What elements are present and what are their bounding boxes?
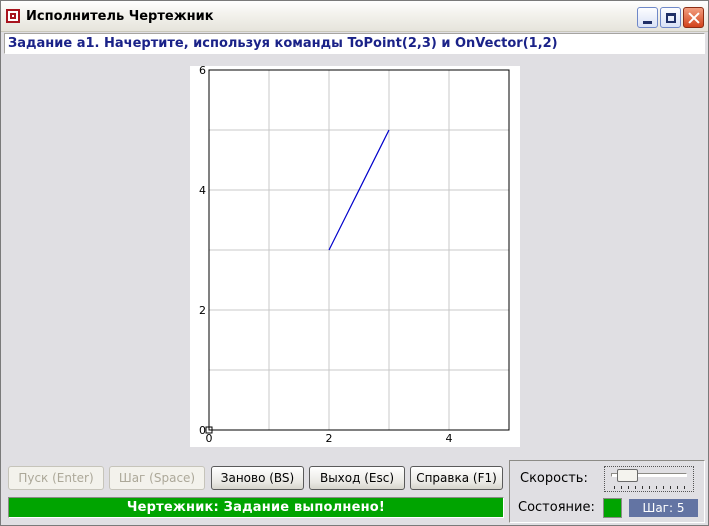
help-button[interactable]: Справка (F1) [410, 466, 503, 490]
slider-tick [656, 486, 657, 489]
speed-slider[interactable] [604, 466, 694, 492]
slider-tick [628, 486, 629, 489]
state-label: Состояние: [518, 500, 595, 515]
drawing-canvas: 0 2 4 0 2 4 6 [190, 66, 520, 447]
x-tick-label: 2 [326, 432, 333, 445]
slider-tick [677, 486, 678, 489]
close-button[interactable] [683, 7, 704, 28]
step-counter: Шаг: 5 [629, 499, 698, 517]
control-panel: Скорость: Состояние: Шаг: 5 [509, 460, 705, 523]
task-panel: Задание а1. Начертите, используя команды… [4, 33, 705, 54]
title-bar[interactable]: Исполнитель Чертежник [1, 1, 708, 32]
speed-label: Скорость: [520, 471, 588, 486]
status-message: Чертежник: Задание выполнено! [126, 500, 386, 515]
status-bar: Чертежник: Задание выполнено! [8, 497, 504, 518]
slider-tick [642, 486, 643, 489]
slider-tick [670, 486, 671, 489]
state-indicator [603, 498, 622, 518]
minimize-icon [643, 20, 652, 24]
task-description: Задание а1. Начертите, используя команды… [8, 36, 558, 51]
maximize-icon [665, 12, 676, 23]
y-tick-label: 6 [199, 66, 206, 77]
restart-button[interactable]: Заново (BS) [211, 466, 304, 490]
concentric-squares-icon[interactable] [6, 9, 20, 23]
step-button[interactable]: Шаг (Space) [109, 466, 205, 490]
slider-tick [684, 486, 685, 489]
window-title: Исполнитель Чертежник [26, 9, 214, 24]
x-tick-label: 4 [446, 432, 453, 445]
slider-tick [621, 486, 622, 489]
x-tick-label: 0 [206, 432, 213, 445]
slider-tick [635, 486, 636, 489]
application-window: Исполнитель Чертежник Задание а1. Начерт… [0, 0, 709, 526]
maximize-button[interactable] [660, 7, 681, 28]
close-icon [688, 12, 700, 24]
y-tick-label: 2 [199, 304, 206, 317]
minimize-button[interactable] [637, 7, 658, 28]
exit-button[interactable]: Выход (Esc) [309, 466, 405, 490]
slider-tick [614, 486, 615, 489]
y-tick-label: 4 [199, 184, 206, 197]
drawing-plot: 0 2 4 0 2 4 6 [199, 66, 510, 445]
slider-tick [649, 486, 650, 489]
slider-thumb[interactable] [616, 469, 638, 482]
y-tick-label: 0 [199, 424, 206, 437]
slider-tick [663, 486, 664, 489]
run-button[interactable]: Пуск (Enter) [8, 466, 104, 490]
